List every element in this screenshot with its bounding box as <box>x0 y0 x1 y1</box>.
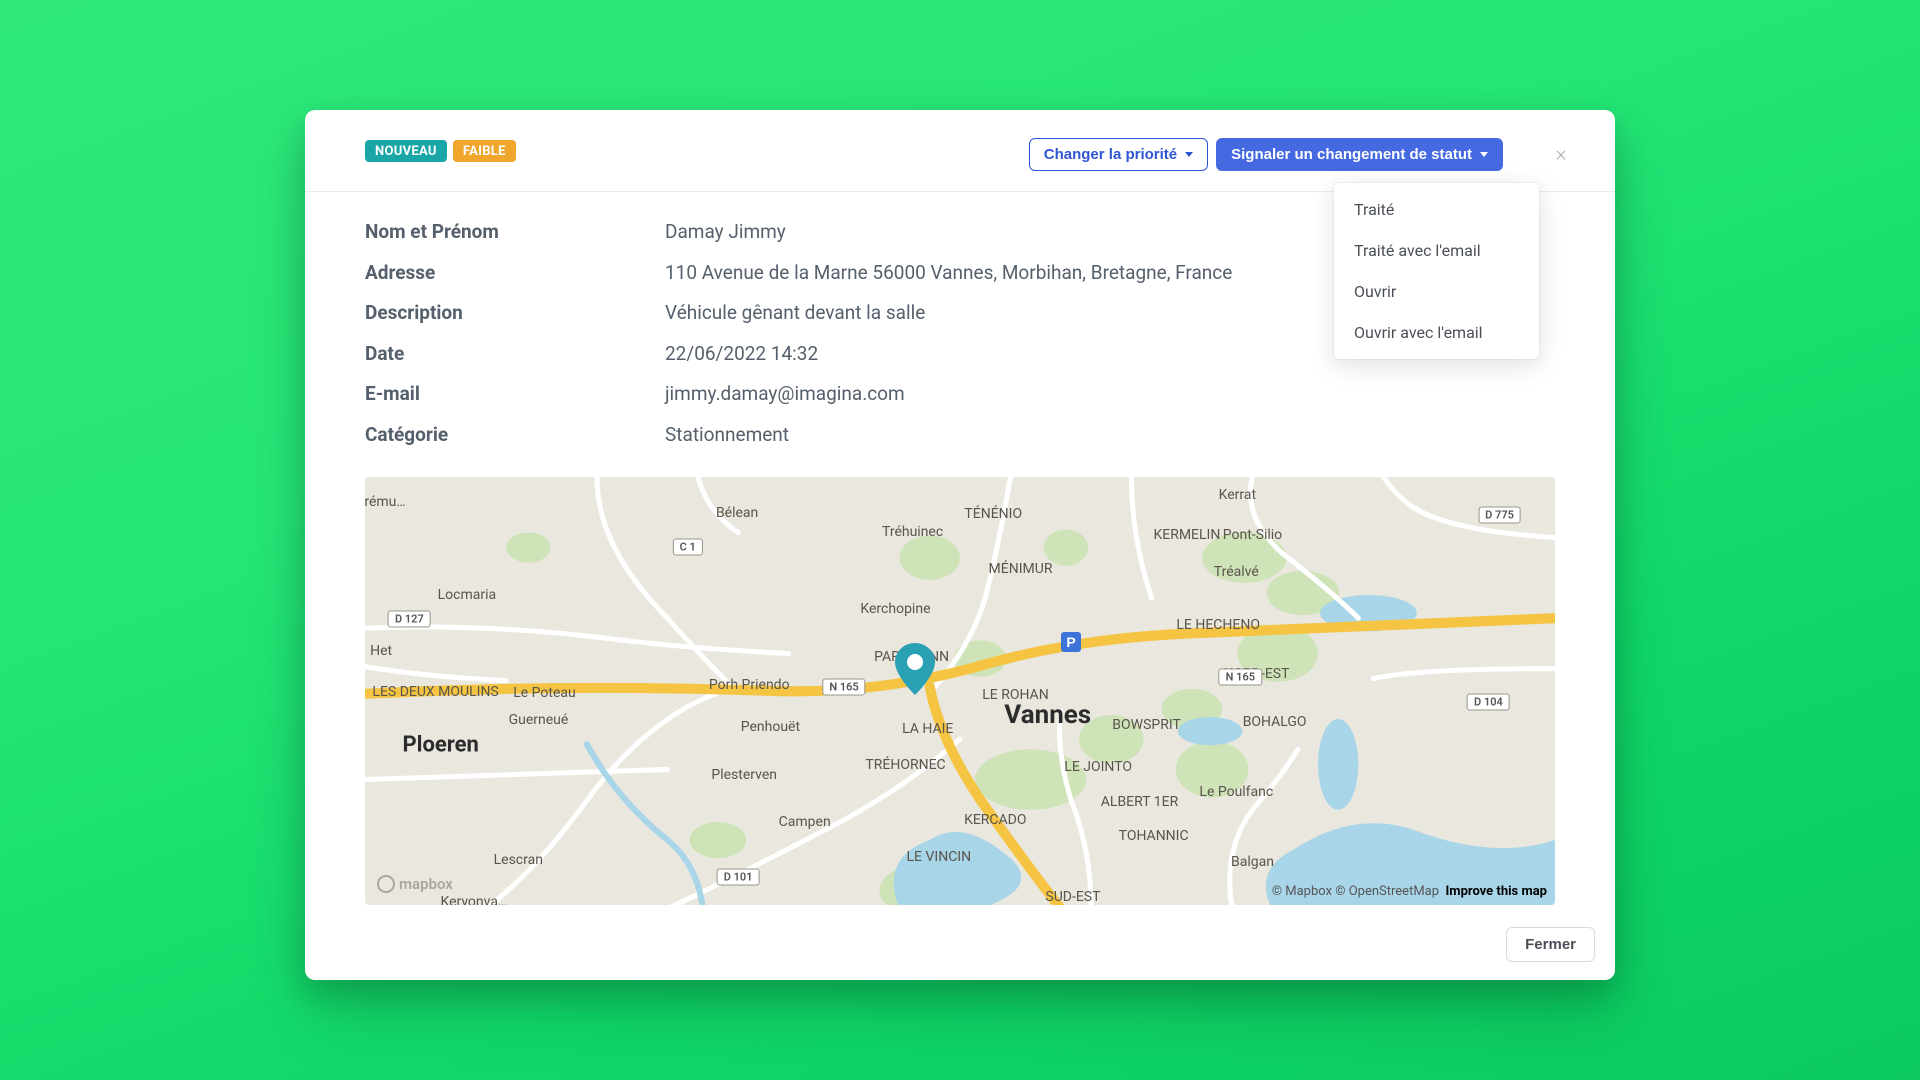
map-place-label: Campen <box>779 814 831 830</box>
change-priority-label: Changer la priorité <box>1044 146 1177 163</box>
status-badge: NOUVEAU <box>365 140 447 162</box>
field-label: Nom et Prénom <box>365 218 665 247</box>
attrib-improve[interactable]: Improve this map <box>1446 884 1548 899</box>
mapbox-logo-text: mapbox <box>399 875 453 893</box>
map-place-label: Le Poteau <box>513 685 576 701</box>
map-place-label: Kerrat <box>1219 487 1256 503</box>
map-attribution: © Mapbox © OpenStreetMap Improve this ma… <box>1272 884 1547 899</box>
parking-icon: P <box>1060 631 1082 653</box>
map-place-label: LE JOINTO <box>1064 759 1132 775</box>
map-place-label: Le Poulfanc <box>1199 784 1273 800</box>
map-route-badge: D 775 <box>1478 507 1521 524</box>
map-place-label: LE HECHENO <box>1176 617 1260 633</box>
field-label: Adresse <box>365 259 665 288</box>
chevron-down-icon <box>1480 152 1488 157</box>
map-place-label: Tréalvé <box>1214 564 1259 580</box>
badge-group: NOUVEAU FAIBLE <box>365 140 516 162</box>
map-place-label: BOHALGO <box>1243 714 1307 730</box>
map-place-label: Balgan <box>1231 854 1274 870</box>
field-label: Catégorie <box>365 421 665 450</box>
header-actions: Changer la priorité Signaler un changeme… <box>1029 138 1575 171</box>
map-place-label: Pont-Silio <box>1223 527 1282 543</box>
map-place-label: MÉNIMUR <box>989 561 1053 577</box>
field-value: Stationnement <box>665 421 789 450</box>
status-option-ouvrir[interactable]: Ouvrir <box>1334 271 1539 312</box>
change-status-button[interactable]: Signaler un changement de statut <box>1216 138 1503 171</box>
field-label: Date <box>365 340 665 369</box>
map-place-label: Porh Priendo <box>709 677 790 693</box>
attrib-mapbox[interactable]: © Mapbox <box>1272 884 1332 899</box>
map-route-badge: D 101 <box>717 869 760 886</box>
map-place-label: Plesterven <box>711 767 777 783</box>
change-status-label: Signaler un changement de statut <box>1231 146 1472 163</box>
status-option-ouvrir-email[interactable]: Ouvrir avec l'email <box>1334 312 1539 353</box>
close-icon[interactable]: × <box>1547 141 1575 169</box>
map-place-label: LES DEUX MOULINS <box>372 684 498 700</box>
map-place-label: ALBERT 1ER <box>1101 794 1178 810</box>
location-map[interactable]: Trému… Bélean Tréhuinec Locmaria Porh Priend… <box>365 477 1555 905</box>
map-place-label: KERCADO <box>964 812 1026 828</box>
map-place-label: LA HAIE <box>902 721 953 737</box>
report-modal: NOUVEAU FAIBLE Changer la priorité Signa… <box>305 110 1615 980</box>
map-city-label: Ploeren <box>402 733 478 758</box>
field-label: Description <box>365 299 665 328</box>
field-value: Véhicule gênant devant la salle <box>665 299 925 328</box>
mapbox-logo-icon <box>377 875 395 893</box>
modal-footer: Fermer <box>305 909 1615 980</box>
modal-header: NOUVEAU FAIBLE Changer la priorité Signa… <box>305 110 1615 192</box>
change-priority-button[interactable]: Changer la priorité <box>1029 138 1208 171</box>
map-route-badge: N 165 <box>1219 669 1262 686</box>
field-value: 22/06/2022 14:32 <box>665 340 818 369</box>
svg-text:P: P <box>1066 634 1075 650</box>
status-option-traite[interactable]: Traité <box>1334 189 1539 230</box>
map-place-label: KERMELIN <box>1153 527 1220 543</box>
priority-badge: FAIBLE <box>453 140 516 162</box>
map-route-badge: D 104 <box>1467 694 1510 711</box>
mapbox-logo: mapbox <box>377 875 453 893</box>
attrib-osm[interactable]: © OpenStreetMap <box>1335 884 1439 899</box>
field-value: jimmy.damay@imagina.com <box>665 380 905 409</box>
map-place-label: Tréhuinec <box>882 524 943 540</box>
map-place-label: TOHANNIC <box>1119 828 1189 844</box>
map-place-label: TÉNÉNIO <box>964 506 1022 522</box>
chevron-down-icon <box>1185 152 1193 157</box>
map-place-label: Locmaria <box>438 587 497 603</box>
map-place-label: Lescran <box>494 852 543 868</box>
map-route-badge: N 165 <box>822 679 865 696</box>
field-email: E-mail jimmy.damay@imagina.com <box>365 380 1555 409</box>
map-place-label: Kerchopine <box>860 601 930 617</box>
map-place-label: Penhouët <box>741 719 800 735</box>
status-dropdown: Traité Traité avec l'email Ouvrir Ouvrir… <box>1334 183 1539 359</box>
field-label: E-mail <box>365 380 665 409</box>
field-value: 110 Avenue de la Marne 56000 Vannes, Mor… <box>665 259 1232 288</box>
map-place-label: Bélean <box>716 505 758 521</box>
field-value: Damay Jimmy <box>665 218 786 247</box>
map-labels-layer: Trému… Bélean Tréhuinec Locmaria Porh Priend… <box>365 477 1555 905</box>
map-place-label: Guerneué <box>509 712 569 728</box>
map-place-label: Trému… <box>365 494 406 510</box>
map-pin-icon <box>895 643 935 695</box>
close-button[interactable]: Fermer <box>1506 927 1595 962</box>
map-route-badge: C 1 <box>673 539 703 556</box>
map-place-label: TRÉHORNEC <box>865 757 945 773</box>
map-route-badge: D 127 <box>388 611 431 628</box>
map-city-label: Vannes <box>1004 700 1091 730</box>
map-place-label: Keryonva… <box>441 894 508 905</box>
map-place-label: LE VINCIN <box>907 849 972 865</box>
map-place-label: Het <box>370 643 392 659</box>
status-option-traite-email[interactable]: Traité avec l'email <box>1334 230 1539 271</box>
map-place-label: SUD-EST <box>1045 889 1100 905</box>
field-category: Catégorie Stationnement <box>365 421 1555 450</box>
map-place-label: BOWSPRIT <box>1112 717 1181 733</box>
